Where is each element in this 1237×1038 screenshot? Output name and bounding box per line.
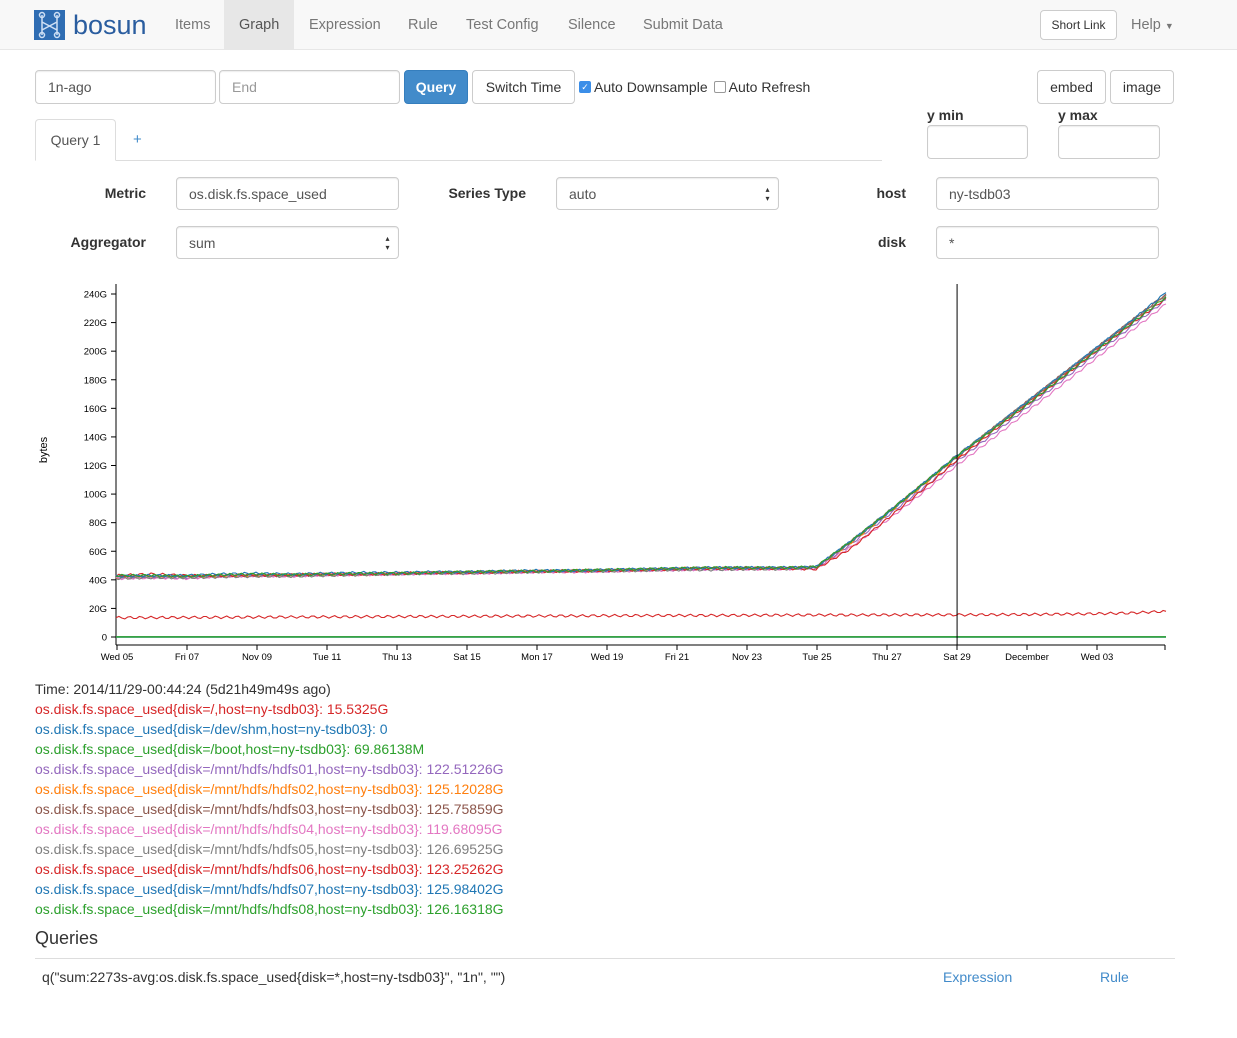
x-tick-label: Fri 07	[175, 652, 199, 663]
y-tick-label: 180G	[84, 375, 107, 386]
y-tick-label: 200G	[84, 347, 107, 358]
x-tick-label: Wed 03	[1081, 652, 1114, 663]
y-tick-label: 40G	[89, 575, 107, 586]
y-tick-label: 120G	[84, 461, 107, 472]
series-line	[115, 293, 1167, 579]
series-line	[115, 295, 1167, 581]
x-tick-label: Tue 11	[313, 652, 342, 663]
legend-entry: os.disk.fs.space_used{disk=/mnt/hdfs/hdf…	[35, 821, 503, 837]
y-axis-label: bytes	[38, 436, 50, 463]
x-tick-label: Thu 27	[872, 652, 902, 663]
expression-link[interactable]: Expression	[943, 969, 1012, 985]
series-line	[115, 292, 1167, 578]
x-tick-label: Mon 17	[521, 652, 553, 663]
y-tick-label: 80G	[89, 518, 107, 529]
x-tick-label: Tue 25	[802, 652, 831, 663]
legend-entry: os.disk.fs.space_used{disk=/mnt/hdfs/hdf…	[35, 801, 504, 817]
legend-entry: os.disk.fs.space_used{disk=/mnt/hdfs/hdf…	[35, 841, 504, 857]
y-tick-label: 100G	[84, 490, 107, 501]
series-line	[115, 299, 1167, 580]
x-tick-label: Fri 21	[665, 652, 689, 663]
legend-time: Time: 2014/11/29-00:44:24 (5d21h49m49s a…	[35, 681, 331, 697]
y-tick-label: 20G	[89, 604, 107, 615]
legend-entry: os.disk.fs.space_used{disk=/mnt/hdfs/hdf…	[35, 901, 504, 917]
y-tick-label: 240G	[84, 290, 107, 301]
queries-heading: Queries	[35, 928, 99, 948]
y-tick-label: 60G	[89, 547, 107, 558]
x-tick-label: December	[1005, 652, 1049, 663]
x-tick-label: Sat 29	[943, 652, 970, 663]
queries-divider	[35, 958, 1175, 959]
legend-entry: os.disk.fs.space_used{disk=/mnt/hdfs/hdf…	[35, 781, 504, 797]
line-chart[interactable]: 0 20G 40G 60G 80G 100G 120G 140G 160G 180G 200G 220…	[0, 0, 1237, 680]
y-tick-label: 160G	[84, 404, 107, 415]
series-line	[115, 609, 1167, 620]
legend-entry: os.disk.fs.space_used{disk=/mnt/hdfs/hdf…	[35, 761, 504, 777]
series-line	[115, 297, 1167, 578]
series-line	[115, 296, 1167, 578]
y-tick-label: 220G	[84, 318, 107, 329]
legend-entry: os.disk.fs.space_used{disk=/,host=ny-tsd…	[35, 701, 389, 717]
x-tick-label: Wed 19	[591, 652, 624, 663]
series-line	[115, 303, 1167, 581]
legend-entry: os.disk.fs.space_used{disk=/boot,host=ny…	[35, 741, 425, 757]
legend-entry: os.disk.fs.space_used{disk=/mnt/hdfs/hdf…	[35, 861, 504, 877]
x-tick-label: Nov 09	[242, 652, 272, 663]
legend-entry: os.disk.fs.space_used{disk=/mnt/hdfs/hdf…	[35, 881, 504, 897]
x-tick-label: Thu 13	[382, 652, 412, 663]
y-tick-label: 0	[102, 633, 107, 644]
legend-entry: os.disk.fs.space_used{disk=/dev/shm,host…	[35, 721, 388, 737]
legend: Time: 2014/11/29-00:44:24 (5d21h49m49s a…	[35, 679, 504, 917]
x-tick-label: Wed 05	[101, 652, 134, 663]
rule-link[interactable]: Rule	[1100, 969, 1129, 985]
query-text: q("sum:2273s-avg:os.disk.fs.space_used{d…	[42, 969, 506, 985]
y-tick-label: 140G	[84, 432, 107, 443]
x-tick-label: Nov 23	[732, 652, 762, 663]
series-line	[115, 295, 1167, 580]
x-tick-label: Sat 15	[453, 652, 480, 663]
